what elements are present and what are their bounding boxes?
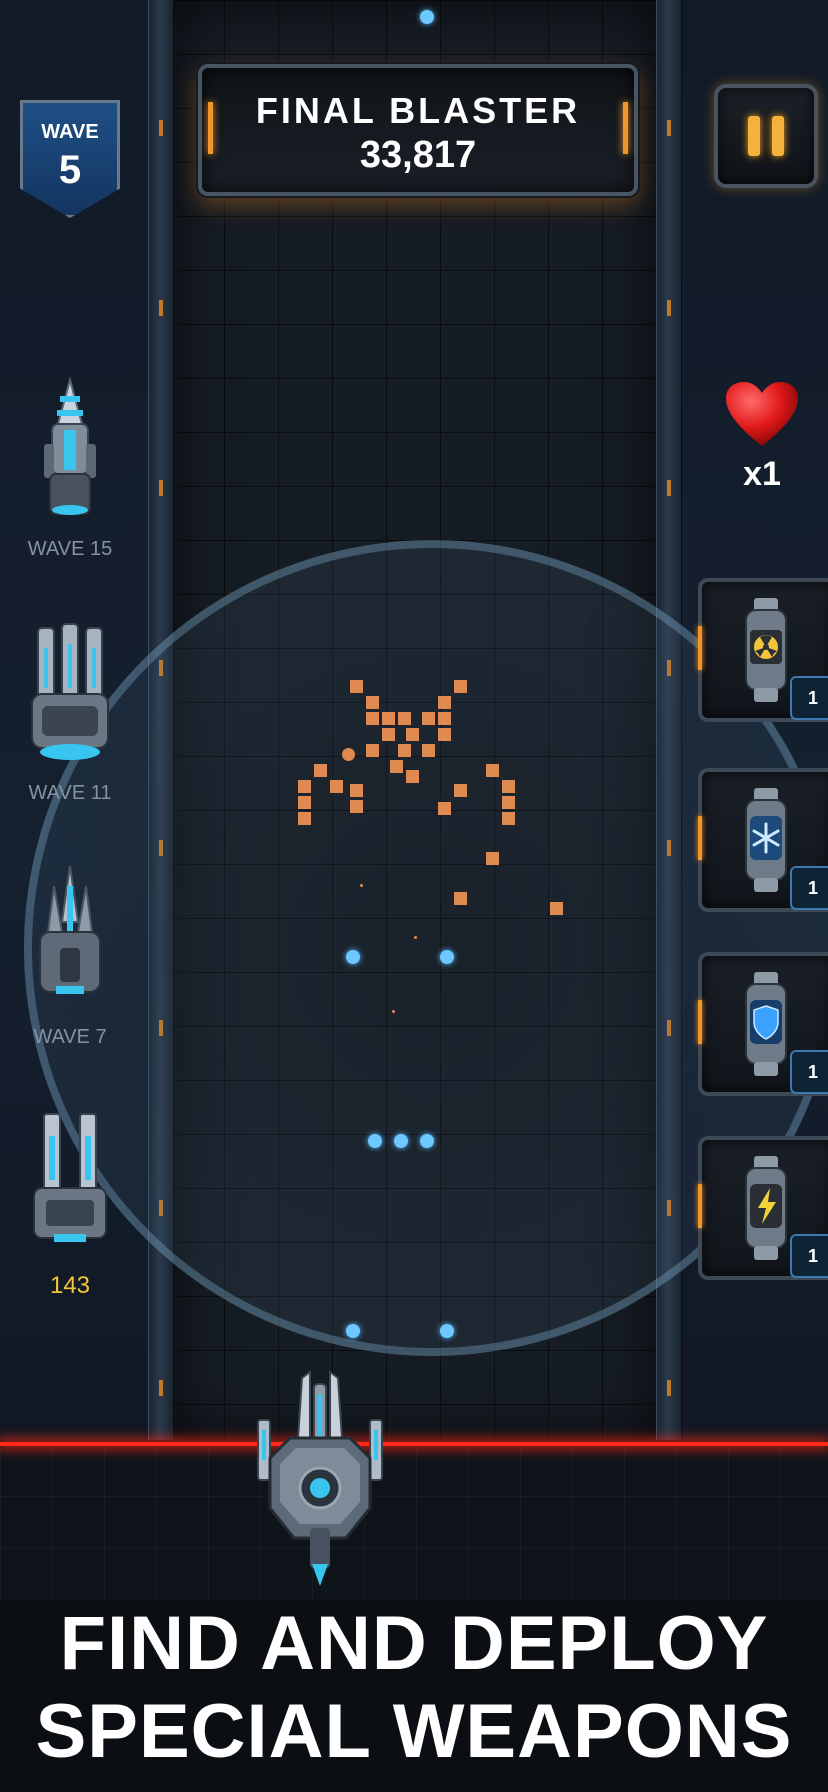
weapon-ammo-count: 143 [49,1272,91,1299]
bullet [420,1134,434,1148]
lightning-icon [745,1156,787,1260]
powerup-quantity: 1 [790,1050,828,1094]
powerup-lightning[interactable]: 1 [698,1136,828,1280]
promo-headline-line2: SPECIAL WEAPONS [35,1689,793,1774]
weapon-unlock-label: WAVE 15 [27,538,113,560]
weapon-unlock-4: 143 [20,1108,120,1300]
bullet [420,10,434,24]
bullet [440,1324,454,1338]
lives-count: x1 [743,455,781,493]
weapon-unlock-1: WAVE 15 [20,374,120,561]
pause-button[interactable] [714,84,818,188]
bullet [368,1134,382,1148]
wave-number: 5 [58,148,82,192]
radiation-bomb-icon [745,598,787,702]
right-rail [656,0,682,1440]
bullet [440,950,454,964]
twin-cannon-icon [33,1113,107,1242]
spike-cannon-icon [39,865,101,994]
heart-icon [726,382,798,446]
powerup-shield[interactable]: 1 [698,952,828,1096]
weapon-unlock-3: WAVE 7 [20,862,120,1049]
wave-label: WAVE [41,121,99,143]
weapon-unlock-2: WAVE 11 [20,618,120,805]
game-title: FINAL BLASTER [255,90,581,131]
score-panel: FINAL BLASTER 33,817 [198,64,638,196]
weapon-unlock-label: WAVE 11 [28,782,112,804]
shield-icon [745,972,787,1076]
powerup-freeze[interactable]: 1 [698,768,828,912]
powerup-quantity: 1 [790,1234,828,1278]
drill-cannon-icon [44,376,96,515]
score-value: 33,817 [359,134,477,176]
powerup-quantity: 1 [790,866,828,910]
bullet [394,1134,408,1148]
bullet [346,1324,360,1338]
left-rail [148,0,174,1440]
floor [0,1444,828,1604]
play-arena [170,0,660,1440]
freeze-icon [745,788,787,892]
lives-indicator: x1 [722,380,802,494]
powerup-radiation-bomb[interactable]: 1 [698,578,828,722]
bullet [346,950,360,964]
promo-headline-line1: FIND AND DEPLOY [59,1601,769,1686]
defense-laser-line [0,1442,828,1446]
triple-barrel-cannon-icon [31,623,109,760]
weapon-unlock-label: WAVE 7 [33,1026,107,1048]
player-ship[interactable] [250,1368,390,1588]
powerup-quantity: 1 [790,676,828,720]
promo-banner: FIND AND DEPLOY SPECIAL WEAPONS [0,1600,828,1792]
